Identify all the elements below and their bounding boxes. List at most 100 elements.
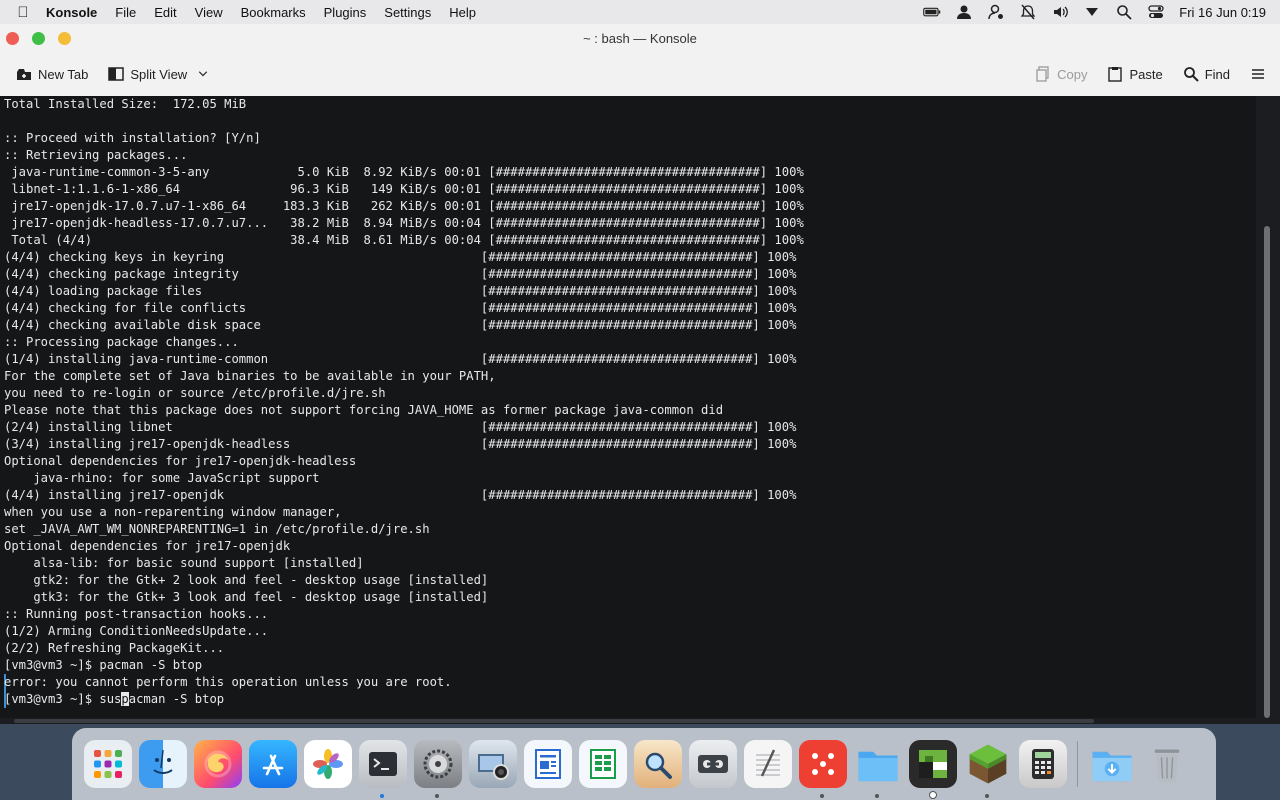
terminal-line: (2/4) installing libnet [###############… [4, 420, 797, 434]
battery-icon[interactable] [923, 4, 941, 20]
prompt-text: [vm3@vm3 ~]$ sus [4, 692, 122, 706]
konsole-running-indicator [380, 794, 384, 798]
menu-bookmarks[interactable]: Bookmarks [232, 5, 315, 20]
split-view-icon [108, 67, 125, 81]
terminal-line: Optional dependencies for jre17-openjdk-… [4, 454, 357, 468]
paste-icon [1108, 67, 1123, 82]
prompt-text-after: acman -S btop [128, 692, 225, 706]
status-area: Fri 16 Jun 0:19 [923, 4, 1280, 20]
dice-game-icon[interactable] [799, 740, 847, 798]
screenshot-icon[interactable] [469, 740, 517, 788]
titlebar[interactable]: ~ : bash — Konsole [0, 24, 1280, 52]
new-tab-button[interactable]: New Tab [6, 59, 98, 89]
konsole-icon[interactable] [359, 740, 407, 798]
dock [72, 728, 1216, 800]
split-view-button[interactable]: Split View [98, 59, 219, 89]
terminal-line: jre17-openjdk-17.0.7.u7-1-x86_64 183.3 K… [4, 199, 804, 213]
notifications-muted-icon[interactable] [1019, 4, 1037, 20]
new-tab-label: New Tab [38, 66, 89, 82]
calc-icon[interactable] [579, 740, 627, 788]
terminal-line: Please note that this package does not s… [4, 403, 724, 417]
trash-icon[interactable] [1143, 740, 1191, 788]
finder-icon[interactable] [139, 740, 187, 788]
find-button[interactable]: Find [1173, 59, 1240, 89]
chevron-down-icon[interactable] [197, 68, 209, 80]
files-icon[interactable] [854, 740, 902, 798]
menu-app-name[interactable]: Konsole [46, 5, 106, 20]
launchpad-icon[interactable] [84, 740, 132, 788]
terminal-line: (4/4) loading package files [###########… [4, 284, 797, 298]
app-store-icon[interactable] [249, 740, 297, 788]
horizontal-scroll-thumb[interactable] [14, 719, 1094, 723]
terminal-line: (4/4) checking available disk space [###… [4, 318, 797, 332]
konsole-window: ~ : bash — Konsole New Tab Split View Co… [0, 24, 1280, 724]
copy-label: Copy [1057, 66, 1088, 82]
files-running-indicator [875, 794, 879, 798]
terminal-line: error: you cannot perform this operation… [4, 674, 1252, 691]
terminal-line: jre17-openjdk-headless-17.0.7.u7... 38.2… [4, 216, 804, 230]
menu-view[interactable]: View [186, 5, 232, 20]
terminal-line: :: Running post-transaction hooks... [4, 607, 269, 621]
terminal-line: (4/4) checking package integrity [######… [4, 267, 797, 281]
user-icon[interactable] [955, 4, 973, 20]
user-switch-icon[interactable] [987, 4, 1005, 20]
terminal-line: (1/2) Arming ConditionNeedsUpdate... [4, 624, 269, 638]
split-view-label: Split View [130, 66, 188, 82]
terminal-line: libnet-1:1.1.6-1-x86_64 96.3 KiB 149 KiB… [4, 182, 804, 196]
terminal-line: [vm3@vm3 ~]$ pacman -S btop [4, 658, 203, 672]
control-center-icon[interactable] [1147, 4, 1165, 20]
hamburger-menu-icon [1252, 69, 1264, 79]
photos-icon[interactable] [304, 740, 352, 788]
find-label: Find [1204, 66, 1230, 82]
firefox-icon[interactable] [194, 740, 242, 788]
menu-file[interactable]: File [106, 5, 145, 20]
network-icon[interactable] [1083, 4, 1101, 20]
terminal-output[interactable]: Total Installed Size: 172.05 MiB:: Proce… [0, 96, 1256, 724]
text-editor-icon[interactable] [744, 740, 792, 788]
minecraft-icon[interactable] [964, 740, 1012, 798]
paste-button[interactable]: Paste [1097, 59, 1172, 89]
window-title: ~ : bash — Konsole [583, 30, 697, 46]
clock[interactable]: Fri 16 Jun 0:19 [1179, 5, 1266, 20]
terminal-line: (4/4) checking keys in keyring [########… [4, 250, 797, 264]
vertical-scroll-thumb[interactable] [1264, 226, 1270, 718]
downloads-folder-icon[interactable] [1088, 740, 1136, 788]
system-settings-icon[interactable] [414, 740, 462, 798]
terminal-line: (1/4) installing java-runtime-common [##… [4, 352, 797, 366]
preview-icon[interactable] [634, 740, 682, 788]
maximize-button[interactable] [32, 32, 45, 45]
terminal-line: (3/4) installing jre17-openjdk-headless … [4, 437, 797, 451]
menu-help[interactable]: Help [440, 5, 485, 20]
menu-plugins[interactable]: Plugins [315, 5, 376, 20]
hamburger-menu-button[interactable] [1240, 59, 1276, 89]
dice-game-running-indicator [820, 794, 824, 798]
apple-menu-icon[interactable]:  [0, 4, 46, 21]
terminal-line: java-rhino: for some JavaScript support [4, 471, 320, 485]
terminal-line: :: Retrieving packages... [4, 148, 188, 162]
copy-button[interactable]: Copy [1025, 59, 1097, 89]
terminal-line: (2/2) Refreshing PackageKit... [4, 641, 225, 655]
menu-settings[interactable]: Settings [375, 5, 440, 20]
vertical-scrollbar[interactable] [1256, 96, 1280, 724]
new-tab-icon [17, 69, 31, 80]
terminal-line: gtk3: for the Gtk+ 3 look and feel - des… [4, 590, 489, 604]
system-settings-running-indicator [435, 794, 439, 798]
terminal-line: java-runtime-common-3-5-any 5.0 KiB 8.92… [4, 165, 804, 179]
tape-recorder-icon[interactable] [689, 740, 737, 788]
terminal-line: For the complete set of Java binaries to… [4, 369, 496, 383]
search-icon[interactable] [1115, 4, 1133, 20]
terminal-line: set _JAVA_AWT_WM_NONREPARENTING=1 in /et… [4, 522, 430, 536]
horizontal-scrollbar[interactable] [0, 718, 1256, 724]
minecraft-launcher-icon[interactable] [909, 740, 957, 799]
volume-icon[interactable] [1051, 4, 1069, 20]
terminal-line: :: Proceed with installation? [Y/n] [4, 131, 261, 145]
terminal-line: :: Processing package changes... [4, 335, 239, 349]
calculator-icon[interactable] [1019, 740, 1067, 788]
menu-edit[interactable]: Edit [145, 5, 185, 20]
dock-separator [1077, 741, 1078, 787]
close-button[interactable] [6, 32, 19, 45]
minimize-button[interactable] [58, 32, 71, 45]
paste-label: Paste [1129, 66, 1163, 82]
writer-icon[interactable] [524, 740, 572, 788]
terminal-prompt-line[interactable]: [vm3@vm3 ~]$ suspacman -S btop [4, 691, 1252, 708]
